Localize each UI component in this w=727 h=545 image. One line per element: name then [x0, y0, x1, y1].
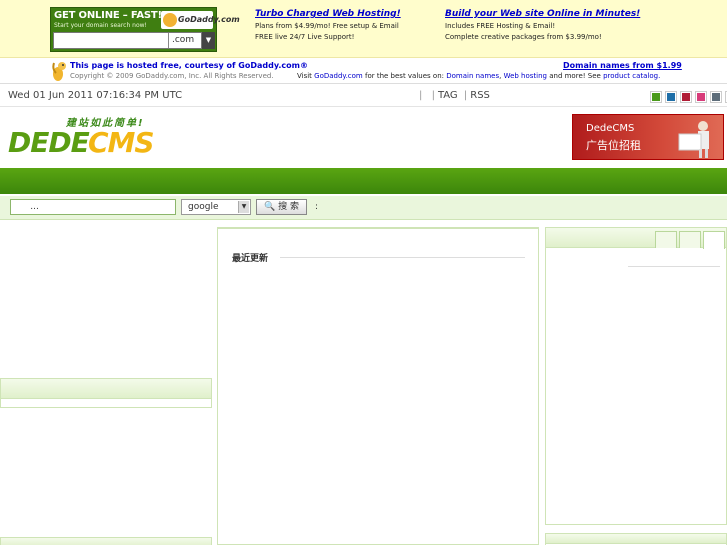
site-logo[interactable]: 建站如此简单! DEDE CMS	[8, 114, 173, 159]
top-link-rss[interactable]: RSS	[470, 90, 490, 101]
skin-swatch-gray[interactable]	[710, 91, 722, 103]
ad-banner[interactable]: DedeCMS 广告位招租	[572, 114, 724, 160]
hot-search-label: :	[315, 202, 319, 212]
date-bar: Wed 01 Jun 2011 07:16:34 PM UTC | | TAG |…	[0, 85, 727, 107]
right-tab-1[interactable]	[679, 231, 701, 248]
logo-cms: CMS	[88, 126, 155, 159]
top-links: | | TAG | RSS	[419, 90, 490, 101]
squirrel-icon	[52, 62, 66, 81]
ad-line1: DedeCMS	[586, 123, 635, 134]
tld-dropdown-button[interactable]: ▼	[202, 32, 215, 49]
hosted-strip: This page is hosted free, courtesy of Go…	[0, 58, 727, 84]
promo-hosting: Turbo Charged Web Hosting! Plans from $4…	[255, 9, 401, 41]
visit-notice: Visit GoDaddy.com for the best values on…	[297, 72, 661, 80]
divider	[280, 257, 525, 258]
promo-hosting-link[interactable]: Turbo Charged Web Hosting!	[255, 9, 401, 20]
logo-dede: DEDE	[8, 126, 90, 159]
search-icon: 🔍	[264, 202, 276, 212]
ad-line2: 广告位招租	[586, 139, 641, 152]
godaddy-logo[interactable]: GoDaddy.com	[161, 11, 240, 29]
chevron-down-icon: ▼	[238, 201, 249, 213]
domain-price-link[interactable]: Domain names from $1.99	[563, 61, 682, 70]
right-tab-0[interactable]	[655, 231, 677, 248]
recent-updates-title: 最近更新	[232, 254, 269, 264]
domain-search-headline: GET ONLINE – FAST!	[54, 10, 162, 21]
godaddy-mascot-icon	[163, 13, 177, 27]
skin-swatch-pink[interactable]	[695, 91, 707, 103]
divider	[628, 266, 720, 267]
search-engine-select[interactable]: google ▼	[181, 199, 251, 215]
promo-website-link[interactable]: Build your Web site Online in Minutes!	[445, 9, 640, 20]
domain-search-box: GET ONLINE – FAST! Start your domain sea…	[50, 7, 240, 52]
top-link-tag[interactable]: TAG	[438, 90, 461, 101]
current-date: Wed 01 Jun 2011 07:16:34 PM UTC	[8, 90, 183, 101]
hosted-notice: This page is hosted free, courtesy of Go…	[70, 61, 308, 70]
ad-figure-icon	[678, 121, 709, 158]
right-panel	[545, 227, 727, 525]
copyright: Copyright © 2009 GoDaddy.com, Inc. All R…	[70, 72, 274, 80]
web-hosting-link[interactable]: Web hosting	[504, 72, 547, 80]
top-link-1[interactable]	[425, 90, 428, 101]
promo-website: Build your Web site Online in Minutes! I…	[445, 9, 641, 41]
bottom-left-panel	[0, 537, 212, 545]
tld-value: .com	[168, 33, 204, 48]
skin-swatch-blue[interactable]	[665, 91, 677, 103]
domain-search-subline: Start your domain search now!	[54, 22, 147, 29]
skin-swatch-green[interactable]	[650, 91, 662, 103]
bottom-right-panel	[545, 533, 727, 545]
skin-swatch-red[interactable]	[680, 91, 692, 103]
godaddy-banner: GET ONLINE – FAST! Start your domain sea…	[0, 0, 727, 58]
main-nav	[0, 168, 727, 194]
recent-updates-panel: 最近更新	[217, 227, 539, 545]
search-bar: google ▼ 🔍 搜 索 :	[0, 196, 727, 220]
product-catalog-link[interactable]: product catalog.	[603, 72, 660, 80]
search-input[interactable]	[10, 199, 176, 215]
visit-godaddy-link[interactable]: GoDaddy.com	[314, 72, 363, 80]
domain-names-link[interactable]: Domain names	[446, 72, 499, 80]
search-button[interactable]: 🔍 搜 索	[256, 199, 307, 215]
right-tab-2[interactable]	[703, 231, 725, 249]
hosted-godaddy-link[interactable]: GoDaddy.com	[238, 61, 300, 70]
left-panel	[0, 378, 212, 408]
